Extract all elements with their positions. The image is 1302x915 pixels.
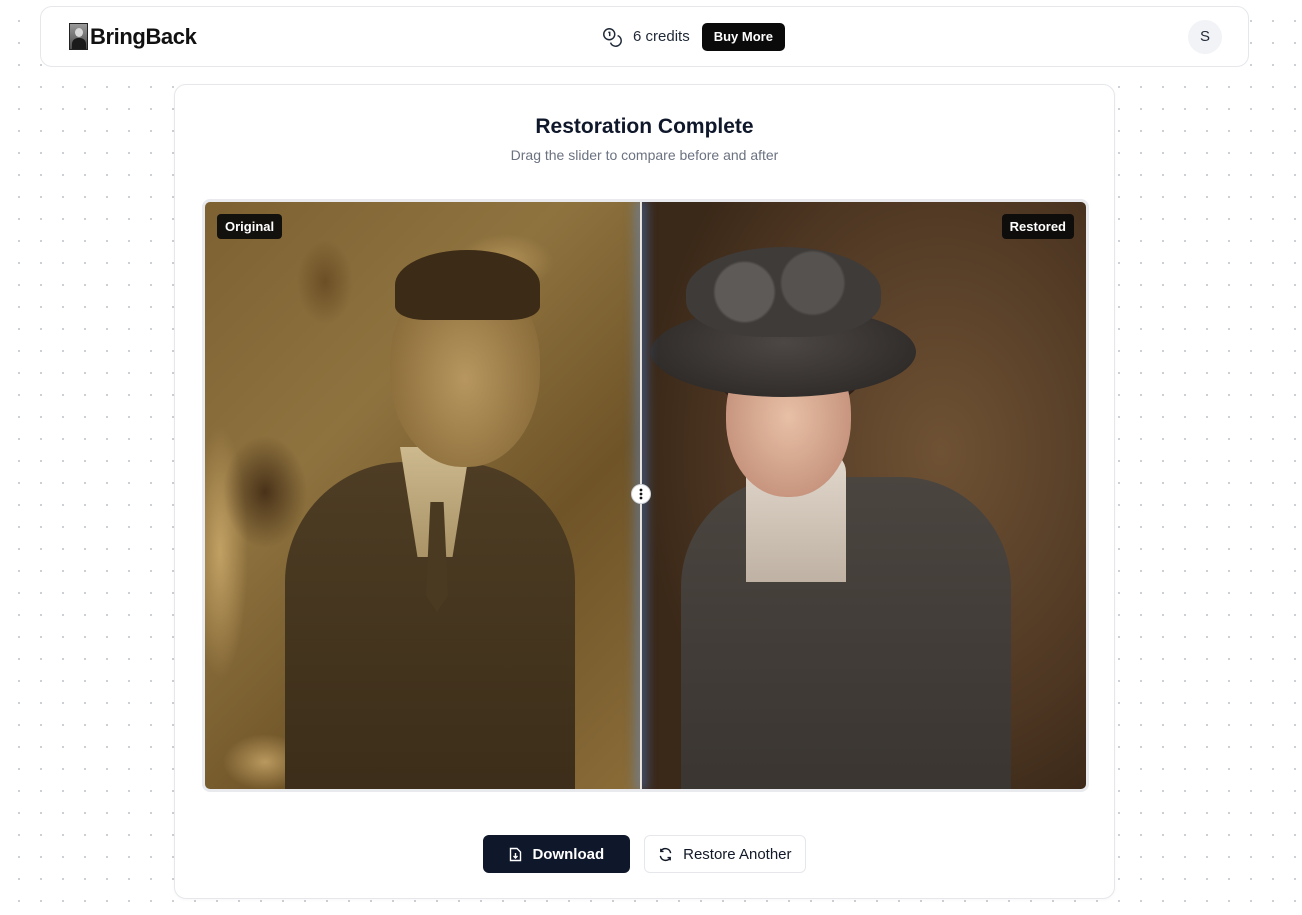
credits-count: 6 credits xyxy=(633,28,690,45)
brand-name: BringBack xyxy=(90,23,197,49)
download-icon xyxy=(510,847,522,861)
slider-handle-icon[interactable] xyxy=(631,484,651,504)
avatar[interactable]: S xyxy=(1188,19,1222,54)
top-header: BringBack 6 credits Buy More S xyxy=(40,6,1249,67)
brand[interactable]: BringBack xyxy=(69,23,197,50)
coins-icon xyxy=(603,27,622,47)
buy-more-button[interactable]: Buy More xyxy=(701,22,785,51)
photo-detail xyxy=(395,250,540,320)
original-badge: Original xyxy=(217,214,283,239)
restored-badge: Restored xyxy=(1001,214,1074,239)
download-button[interactable]: Download xyxy=(483,835,631,873)
refresh-icon xyxy=(659,847,672,861)
restore-another-label: Restore Another xyxy=(683,845,792,863)
compare-slider[interactable]: Original Restored xyxy=(202,199,1089,792)
photo-detail xyxy=(686,247,881,337)
restore-another-button[interactable]: Restore Another xyxy=(644,835,806,873)
photo-detail xyxy=(681,477,1011,789)
original-photo xyxy=(205,202,641,789)
page-subtitle: Drag the slider to compare before and af… xyxy=(510,147,779,163)
restored-photo xyxy=(641,202,1086,789)
credits-area: 6 credits Buy More xyxy=(601,22,785,51)
page-title: Restoration Complete xyxy=(535,115,754,138)
avatar-initial: S xyxy=(1199,28,1210,45)
action-buttons: Download Restore Another xyxy=(175,835,1114,873)
result-card: Restoration Complete Drag the slider to … xyxy=(174,84,1115,899)
vertical-dots-icon xyxy=(639,488,643,500)
logo-icon xyxy=(69,23,88,50)
download-label: Download xyxy=(532,845,605,863)
